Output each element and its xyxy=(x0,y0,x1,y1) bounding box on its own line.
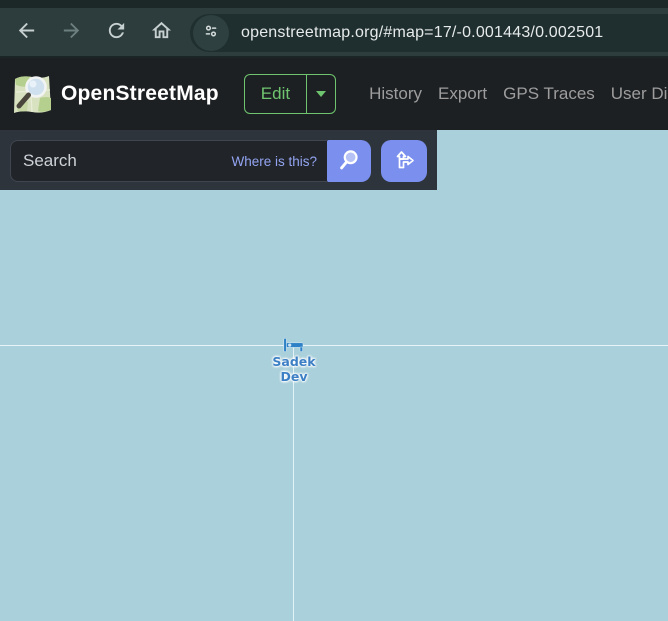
openstreetmap-logo-icon[interactable] xyxy=(10,72,54,116)
back-arrow-icon xyxy=(15,19,38,47)
forward-button[interactable] xyxy=(53,15,89,51)
nav-user-diaries[interactable]: User Diaries xyxy=(611,84,668,104)
poi-label-line1: Sadek xyxy=(272,354,316,369)
address-bar[interactable]: openstreetmap.org/#map=17/-0.001443/0.00… xyxy=(190,14,668,52)
nav-history[interactable]: History xyxy=(369,84,422,104)
graticule-vertical-line xyxy=(293,345,294,621)
reload-icon xyxy=(105,19,128,47)
nav-gps-traces[interactable]: GPS Traces xyxy=(503,84,595,104)
poi-label-line2: Dev xyxy=(280,369,308,384)
edit-button-label: Edit xyxy=(260,84,291,103)
edit-button[interactable]: Edit xyxy=(245,75,306,113)
browser-toolbar: openstreetmap.org/#map=17/-0.001443/0.00… xyxy=(0,0,668,58)
chevron-down-icon xyxy=(316,91,327,97)
bed-hotel-icon xyxy=(283,338,304,352)
osm-site-header: OpenStreetMap Edit History Export GPS Tr… xyxy=(0,58,668,130)
site-title[interactable]: OpenStreetMap xyxy=(61,82,219,106)
search-button[interactable] xyxy=(327,140,371,182)
site-settings-icon xyxy=(201,21,221,46)
search-icon xyxy=(337,148,361,175)
search-input[interactable] xyxy=(11,141,232,181)
directions-icon xyxy=(392,148,416,175)
graticule-horizontal-line xyxy=(0,345,668,346)
site-settings-button[interactable] xyxy=(193,15,229,51)
back-button[interactable] xyxy=(8,15,44,51)
header-nav: History Export GPS Traces User Diaries xyxy=(369,84,668,104)
edit-dropdown-button[interactable] xyxy=(306,75,335,113)
map-canvas[interactable]: Sadek Dev xyxy=(0,130,668,621)
nav-export[interactable]: Export xyxy=(438,84,487,104)
reload-button[interactable] xyxy=(98,15,134,51)
directions-button[interactable] xyxy=(381,140,427,182)
search-input-group: Where is this? xyxy=(10,140,327,182)
window-top-strip xyxy=(0,0,668,8)
search-panel: Where is this? xyxy=(0,130,437,190)
home-button[interactable] xyxy=(143,15,179,51)
home-icon xyxy=(150,19,173,47)
poi-label: Sadek Dev xyxy=(272,354,315,384)
screen: openstreetmap.org/#map=17/-0.001443/0.00… xyxy=(0,0,668,621)
forward-arrow-icon xyxy=(60,19,83,47)
edit-split-button: Edit xyxy=(243,74,337,114)
where-is-this-link[interactable]: Where is this? xyxy=(231,154,327,169)
url-text: openstreetmap.org/#map=17/-0.001443/0.00… xyxy=(241,24,604,41)
